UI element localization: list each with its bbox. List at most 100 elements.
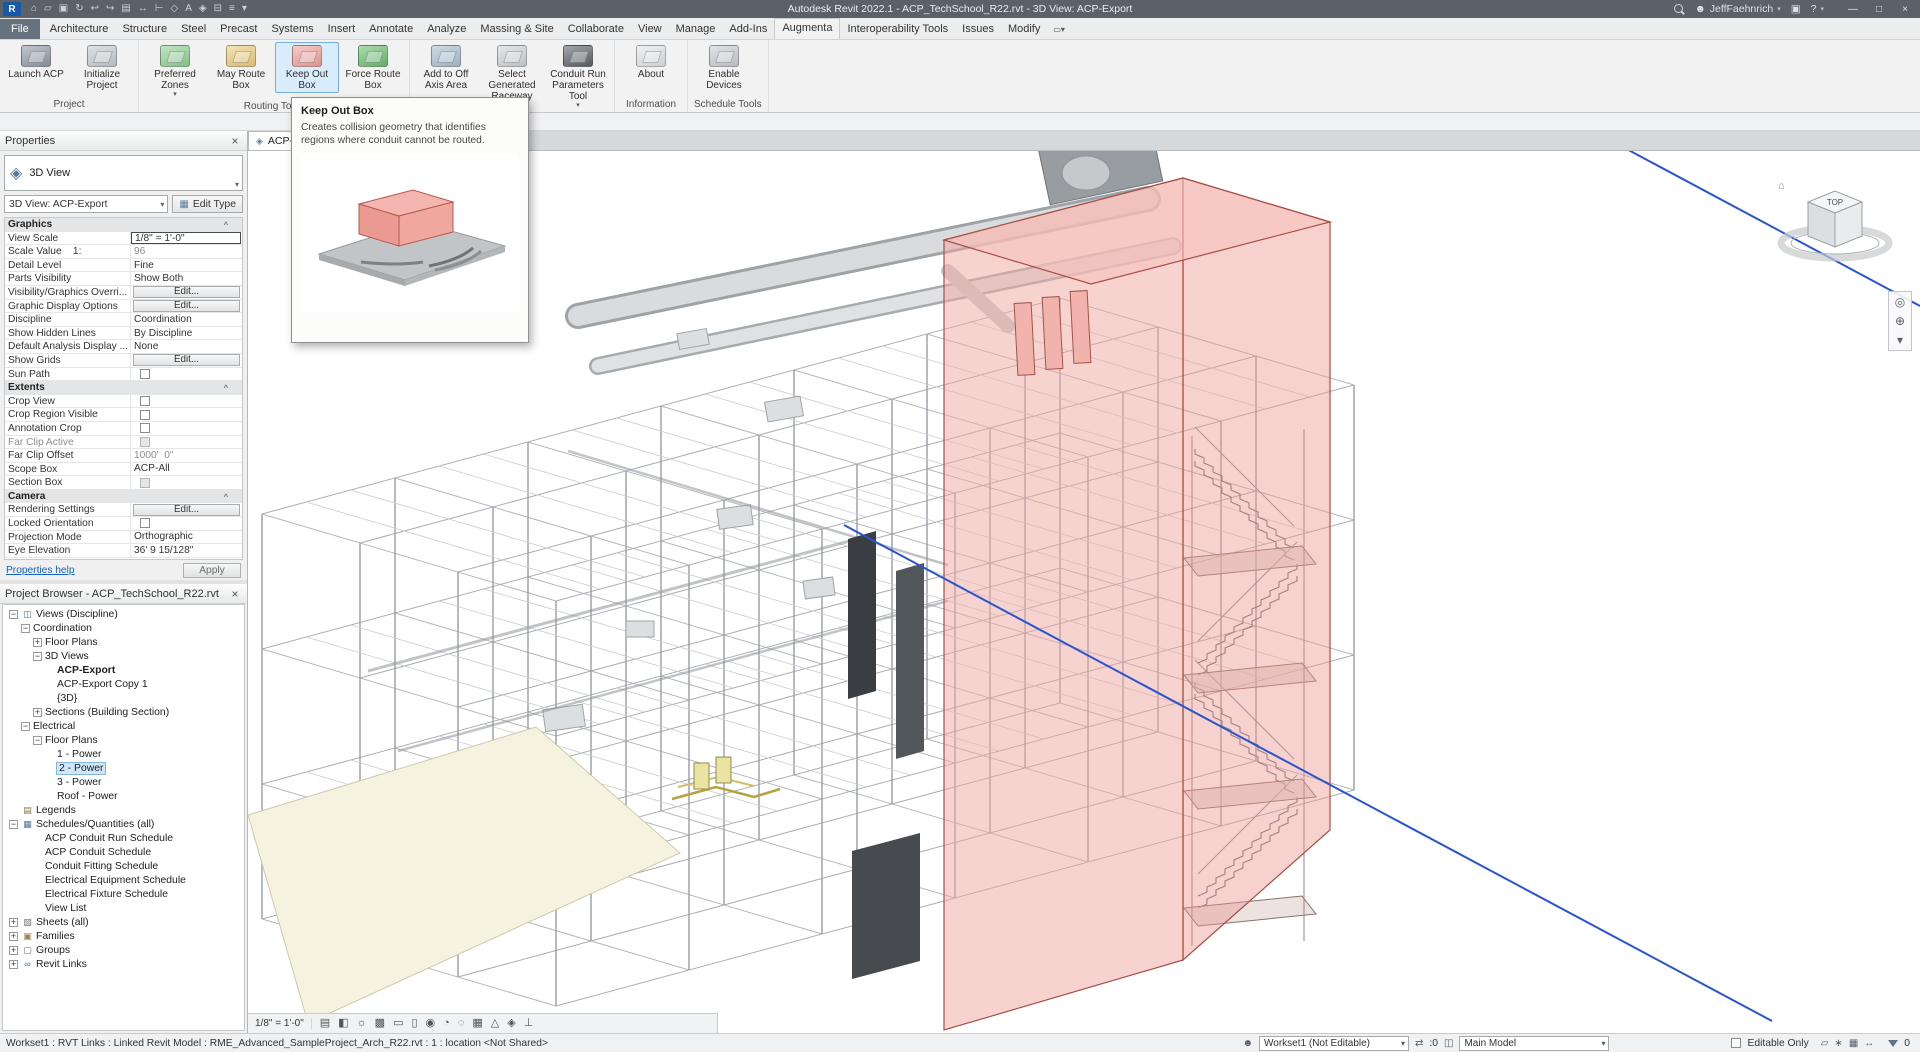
tree-item[interactable]: Views (Discipline) <box>3 607 244 621</box>
properties-help-link[interactable]: Properties help <box>6 565 75 576</box>
property-value[interactable]: 96 <box>131 245 242 258</box>
tree-item[interactable]: Groups <box>3 943 244 957</box>
ribbon-tool[interactable]: Force Route Box <box>341 42 405 93</box>
apply-button[interactable]: Apply <box>183 563 241 578</box>
checkbox[interactable] <box>140 478 150 488</box>
property-value[interactable]: Fine <box>131 259 242 272</box>
temporary-hide-isolate-icon[interactable]: ◔ <box>443 1018 450 1029</box>
tree-item[interactable]: ACP-Export Copy 1 <box>3 677 244 691</box>
tree-item[interactable]: ACP-Export <box>3 663 244 677</box>
tree-item[interactable]: View List <box>3 901 244 915</box>
ribbon-tool[interactable]: Preferred Zones <box>143 42 207 100</box>
select-links-icon[interactable]: ▱ <box>1821 1038 1829 1049</box>
property-row[interactable]: Crop Region Visible <box>5 408 242 422</box>
tree-item[interactable]: 1 - Power <box>3 747 244 761</box>
property-row[interactable]: Detail Level Fine <box>5 259 242 273</box>
checkbox[interactable] <box>140 518 150 528</box>
tree-item[interactable]: Families <box>3 929 244 943</box>
tag-icon[interactable]: ◇ <box>171 4 179 14</box>
navigation-wheel-icon[interactable]: ◎ <box>1895 296 1905 308</box>
ribbon-tool[interactable]: Add to Off Axis Area <box>414 42 478 93</box>
thin-lines-icon[interactable]: ≡ <box>229 4 235 14</box>
ribbon-tab[interactable]: Add-Ins <box>722 19 774 39</box>
ribbon-tab[interactable]: Manage <box>669 19 723 39</box>
tree-expander[interactable] <box>33 708 42 717</box>
sun-path-icon[interactable]: ☼ <box>357 1018 367 1029</box>
displacement-sets-icon[interactable]: ◈ <box>507 1018 515 1029</box>
undo-icon[interactable]: ↩ <box>91 4 99 14</box>
ribbon-tool[interactable]: Conduit Run Parameters Tool <box>546 42 610 111</box>
reveal-hidden-elements-icon[interactable]: ◌ <box>458 1018 465 1029</box>
property-row[interactable]: Scope Box ACP-All <box>5 463 242 477</box>
ribbon-tool[interactable]: May Route Box <box>209 42 273 93</box>
select-by-face-icon[interactable]: ▦ <box>1849 1038 1858 1049</box>
sync-with-central-icon[interactable]: ↻ <box>75 4 83 14</box>
ribbon-tab[interactable]: View <box>631 19 669 39</box>
property-value[interactable]: Edit... <box>131 354 242 367</box>
default-3d-view-icon[interactable]: ◈ <box>199 4 207 14</box>
ribbon-tab[interactable]: Augmenta <box>774 18 840 39</box>
property-row[interactable]: View Scale 1/8" = 1'-0" <box>5 232 242 246</box>
view-cube[interactable]: ⌂ TOP <box>1772 161 1902 271</box>
detail-level-icon[interactable]: ▤ <box>320 1018 330 1029</box>
tree-expander[interactable] <box>9 610 18 619</box>
tree-item[interactable]: Conduit Fitting Schedule <box>3 859 244 873</box>
property-value[interactable]: Coordination <box>131 313 242 326</box>
property-row[interactable]: Camera <box>5 490 242 504</box>
property-value[interactable]: 1/8" = 1'-0" <box>131 232 242 245</box>
property-value[interactable] <box>131 517 242 530</box>
property-value[interactable] <box>131 476 242 489</box>
close-icon[interactable]: × <box>228 134 242 148</box>
tree-item[interactable]: 2 - Power <box>3 761 244 775</box>
property-value[interactable]: Edit... <box>131 286 242 299</box>
ribbon-tab[interactable]: Structure <box>115 19 174 39</box>
ribbon-tab[interactable]: Modify <box>1001 19 1047 39</box>
save-icon[interactable]: ▣ <box>59 4 68 14</box>
app-store-icon[interactable]: ▣ <box>1791 3 1801 15</box>
tree-item[interactable]: Sections (Building Section) <box>3 705 244 719</box>
property-row[interactable]: Show Hidden Lines By Discipline <box>5 327 242 341</box>
type-selector[interactable]: 3D View <box>4 155 243 191</box>
tree-item[interactable]: ACP Conduit Schedule <box>3 845 244 859</box>
tree-item[interactable]: ACP Conduit Run Schedule <box>3 831 244 845</box>
ribbon-tab[interactable]: Issues <box>955 19 1001 39</box>
navbar-more-icon[interactable]: ▾ <box>1897 334 1903 346</box>
tree-item[interactable]: Electrical <box>3 719 244 733</box>
drag-on-selection-icon[interactable]: ↔ <box>1864 1038 1874 1049</box>
edit-type-button[interactable]: Edit Type <box>172 195 243 213</box>
ribbon-tab[interactable]: Collaborate <box>561 19 631 39</box>
analytical-model-icon[interactable]: △ <box>491 1018 499 1029</box>
property-row[interactable]: Projection Mode Orthographic <box>5 531 242 545</box>
home-icon[interactable]: ⌂ <box>31 4 37 14</box>
ribbon-tab[interactable]: Systems <box>264 19 320 39</box>
property-value[interactable]: 36' 9 15/128" <box>131 544 242 557</box>
property-value[interactable] <box>48 381 242 394</box>
tree-item[interactable]: Legends <box>3 803 244 817</box>
customize-qat-icon[interactable]: ▾ <box>242 4 247 14</box>
close-icon[interactable]: × <box>228 587 242 601</box>
tree-item[interactable]: Coordination <box>3 621 244 635</box>
property-row[interactable]: Section Box <box>5 476 242 490</box>
property-value[interactable]: Edit... <box>131 300 242 313</box>
shadows-icon[interactable]: ▩ <box>375 1018 385 1029</box>
property-row[interactable]: Visibility/Graphics Overri... Edit... <box>5 286 242 300</box>
property-value[interactable]: Orthographic <box>131 531 242 544</box>
tree-expander[interactable] <box>33 736 42 745</box>
property-value[interactable] <box>55 218 242 231</box>
tree-expander[interactable] <box>9 918 18 927</box>
text-icon[interactable]: A <box>185 4 192 14</box>
ribbon-tool[interactable]: Keep Out Box <box>275 42 339 93</box>
checkbox[interactable] <box>140 410 150 420</box>
tree-item[interactable]: Roof - Power <box>3 789 244 803</box>
ribbon-tab[interactable]: Massing & Site <box>473 19 560 39</box>
property-value[interactable] <box>131 422 242 435</box>
property-row[interactable]: Locked Orientation <box>5 517 242 531</box>
property-row[interactable]: Default Analysis Display ... None <box>5 340 242 354</box>
tree-expander[interactable] <box>9 932 18 941</box>
tree-item[interactable]: Floor Plans <box>3 635 244 649</box>
user-menu[interactable]: ☻ JeffFaehnrich ▾ <box>1695 3 1781 15</box>
redo-icon[interactable]: ↪ <box>106 4 114 14</box>
property-row[interactable]: Show Grids Edit... <box>5 354 242 368</box>
select-pinned-icon[interactable]: ∗ <box>1834 1038 1842 1049</box>
crop-view-icon[interactable]: ▭ <box>393 1018 403 1029</box>
